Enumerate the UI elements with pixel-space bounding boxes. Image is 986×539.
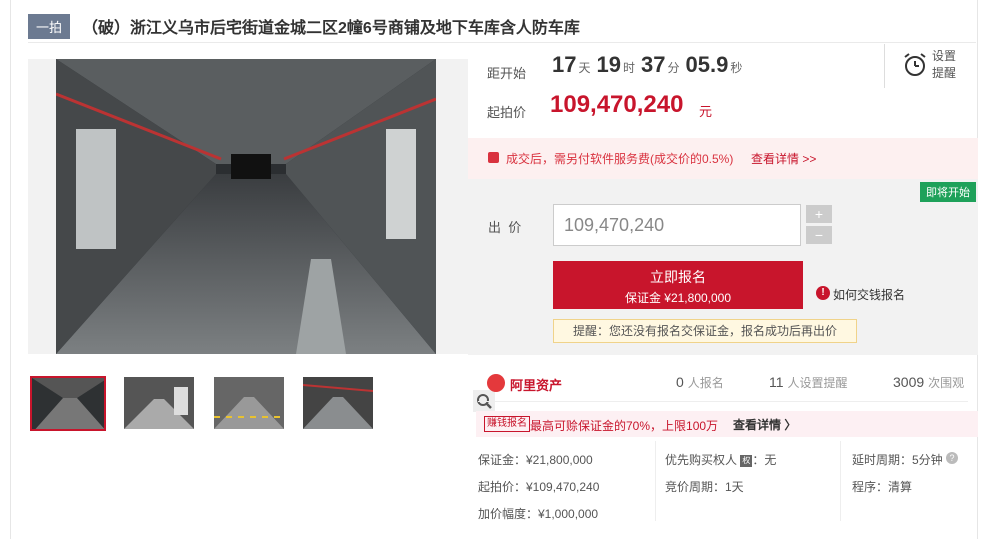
start-price-info: 起拍价：¥109,470,240: [478, 480, 600, 494]
page-title: （破）浙江义乌市后宅街道金城二区2幢6号商铺及地下车库含人防车库: [82, 20, 580, 37]
status-badge: 即将开始: [920, 182, 976, 202]
thumbnail-1[interactable]: [30, 376, 106, 431]
start-price-value: 109,470,240: [550, 91, 684, 118]
countdown-minutes-unit: 分: [667, 61, 680, 75]
stat-views-label: 次围观: [928, 376, 965, 390]
stat-registrations-num: 0: [676, 374, 684, 390]
gift-icon: [488, 152, 499, 163]
start-price-unit: 元: [699, 104, 713, 119]
priority-buyer-value: ：无: [752, 453, 777, 467]
main-photo[interactable]: [56, 59, 436, 354]
priority-buyer-info: 优先购买权人 权：无: [665, 451, 776, 468]
deposit-info: 保证金：¥21,800,000: [478, 453, 593, 467]
service-fee-details-link[interactable]: 查看详情 >>: [751, 150, 816, 167]
promo-details-link[interactable]: 查看详情 〉: [733, 416, 796, 433]
alarm-clock-icon[interactable]: [902, 52, 928, 78]
bid-label: 出 价: [488, 220, 522, 235]
bid-cycle-info: 竞价周期：1天: [665, 480, 744, 494]
auction-round-badge: 一拍: [28, 13, 71, 39]
set-reminder-line2: 提醒: [932, 66, 957, 80]
countdown-seconds-unit: 秒: [730, 61, 743, 75]
title-divider: [28, 42, 976, 43]
procedure-info: 程序：清算: [852, 480, 913, 494]
stat-reminders: 11 人设置提醒: [769, 374, 848, 391]
countdown-hours: 19: [596, 52, 621, 77]
bid-decrease-button[interactable]: −: [806, 226, 832, 244]
platform-name: 阿里资产: [510, 378, 563, 393]
countdown-days-unit: 天: [578, 61, 591, 75]
stat-registrations-label: 人报名: [687, 376, 724, 390]
signup-deposit-label: 保证金 ¥21,800,000: [624, 291, 732, 305]
countdown-label: 距开始: [487, 66, 527, 81]
countdown-seconds: 05.9: [685, 52, 729, 77]
set-reminder-button[interactable]: 设置 提醒: [932, 48, 956, 82]
stat-views-num: 3009: [893, 374, 925, 390]
countdown: 17 天 19 时 37 分 05.9 秒: [552, 52, 748, 78]
title-row: 一拍 （破）浙江义乌市后宅街道金城二区2幢6号商铺及地下车库含人防车库: [28, 13, 580, 39]
column-divider: [655, 441, 656, 521]
alibaba-asset-logo: [487, 374, 505, 392]
help-icon[interactable]: ?: [946, 452, 958, 464]
stat-reminders-num: 11: [769, 374, 784, 390]
bid-increase-button[interactable]: +: [806, 205, 832, 223]
set-reminder-line1: 设置: [932, 49, 957, 63]
signup-reminder: 提醒：您还没有报名交保证金，报名成功后再出价: [553, 319, 857, 343]
promo-text: 最高可赊保证金的70%，上限100万: [530, 419, 719, 433]
thumbnail-3[interactable]: [214, 377, 284, 429]
column-divider-2: [840, 441, 841, 521]
countdown-minutes: 37: [641, 52, 666, 77]
increment-info: 加价幅度：¥1,000,000: [478, 507, 599, 521]
signup-button[interactable]: 立即报名 保证金 ¥21,800,000: [553, 261, 803, 309]
delay-cycle-info: 延时周期：5分钟: [852, 453, 943, 467]
stat-registrations: 0 人报名: [676, 374, 724, 391]
stats-divider: [478, 401, 968, 402]
alarm-divider: [884, 44, 885, 88]
thumbnail-4[interactable]: [303, 377, 373, 429]
countdown-days: 17: [552, 52, 577, 77]
main-photo-container[interactable]: [28, 59, 495, 412]
start-price-label: 起拍价: [487, 105, 527, 120]
thumbnail-2[interactable]: [124, 377, 194, 429]
priority-buyer-label: 优先购买权人: [665, 453, 738, 467]
promo-tag: 赚钱报名: [484, 416, 530, 432]
signup-button-label: 立即报名: [650, 269, 706, 285]
countdown-hours-unit: 时: [622, 61, 635, 75]
bid-amount-input[interactable]: 109,470,240: [553, 204, 801, 246]
info-icon: !: [816, 286, 830, 300]
stat-reminders-label: 人设置提醒: [787, 376, 848, 390]
priority-right-icon: 权: [740, 454, 753, 467]
service-fee-text: 成交后，需另付软件服务费(成交价的0.5%): [506, 152, 734, 166]
stat-views: 3009 次围观: [893, 374, 964, 391]
how-to-pay-link[interactable]: 如何交钱报名: [833, 286, 905, 303]
